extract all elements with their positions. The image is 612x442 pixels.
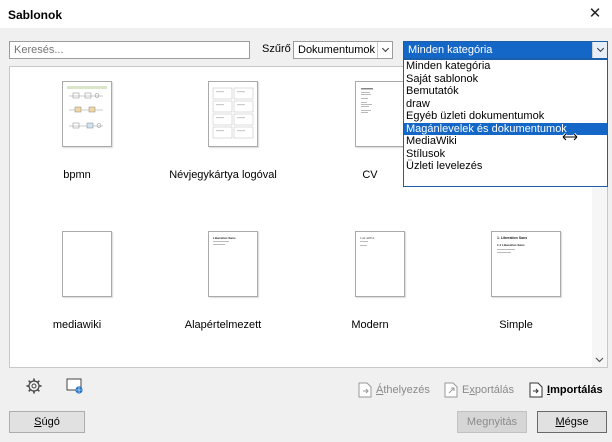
title-bar: Sablonok ✕ (0, 0, 612, 28)
resize-cursor-icon (562, 132, 578, 142)
dropdown-option[interactable]: Minden kategória (404, 60, 607, 73)
template-name: Simple (499, 319, 533, 331)
dropdown-option[interactable]: draw (404, 98, 607, 111)
dropdown-option[interactable]: Bemutatók (404, 85, 607, 98)
template-item[interactable]: 1. Liberation Sans 1.1 Liberation Sans S… (461, 231, 571, 351)
online-templates-icon[interactable] (66, 378, 84, 395)
help-button[interactable]: Súgó (9, 411, 85, 433)
template-item[interactable]: CALADEA Modern (315, 231, 425, 351)
cancel-button[interactable]: Mégse (537, 411, 607, 433)
template-name: bpmn (63, 169, 91, 181)
category-dropdown-list[interactable]: Minden kategória Saját sablonok Bemutató… (403, 59, 608, 187)
dropdown-option[interactable]: Üzleti levelezés (404, 160, 607, 173)
search-input[interactable] (9, 41, 250, 59)
template-item[interactable]: mediawiki (22, 231, 132, 351)
import-button[interactable]: Importálás (529, 380, 603, 400)
template-thumbnail (355, 81, 405, 147)
template-thumbnail (62, 81, 112, 147)
import-icon (529, 382, 543, 398)
dropdown-option[interactable]: Stílusok (404, 148, 607, 161)
template-name: mediawiki (52, 319, 102, 331)
template-thumbnail: CALADEA (355, 231, 405, 297)
dropdown-option[interactable]: Saját sablonok (404, 73, 607, 86)
category-select-value: Minden kategória (408, 44, 493, 56)
open-button[interactable]: Megnyitás (457, 411, 527, 433)
chevron-down-icon[interactable] (595, 355, 604, 364)
template-name: Névjegykártya logóval (169, 169, 277, 181)
export-icon (444, 382, 458, 398)
move-button[interactable]: Áthelyezés (358, 380, 430, 400)
filter-label: Szűrő (262, 43, 291, 55)
gear-icon[interactable] (25, 377, 43, 395)
template-item[interactable]: bpmn (22, 81, 132, 201)
chevron-down-icon[interactable] (377, 42, 392, 58)
template-item[interactable]: Névjegykártya logóval (168, 81, 278, 201)
dropdown-option[interactable]: Egyéb üzleti dokumentumok (404, 110, 607, 123)
template-thumbnail: Liberation Sans (208, 231, 258, 297)
export-button[interactable]: Exportálás (444, 380, 514, 400)
template-thumbnail (62, 231, 112, 297)
move-icon (358, 382, 372, 398)
filter-select[interactable]: Dokumentumok (293, 41, 393, 59)
template-item[interactable]: Liberation Sans Alapértelmezett (168, 231, 278, 351)
template-name: Alapértelmezett (184, 319, 262, 331)
template-name: Modern (351, 319, 389, 331)
template-thumbnail (208, 81, 258, 147)
template-thumbnail: 1. Liberation Sans 1.1 Liberation Sans (491, 231, 561, 297)
category-select[interactable]: Minden kategória (403, 41, 608, 59)
thumbnail-heading: Liberation Sans (213, 236, 236, 240)
thumbnail-heading: 1. Liberation Sans (497, 236, 528, 240)
filter-select-value: Dokumentumok (298, 44, 376, 56)
window-title: Sablonok (8, 8, 63, 22)
chevron-down-icon[interactable] (592, 42, 607, 58)
close-icon[interactable]: ✕ (584, 4, 606, 24)
thumbnail-heading: CALADEA (360, 236, 375, 240)
thumbnail-subheading: 1.1 Liberation Sans (497, 243, 525, 247)
